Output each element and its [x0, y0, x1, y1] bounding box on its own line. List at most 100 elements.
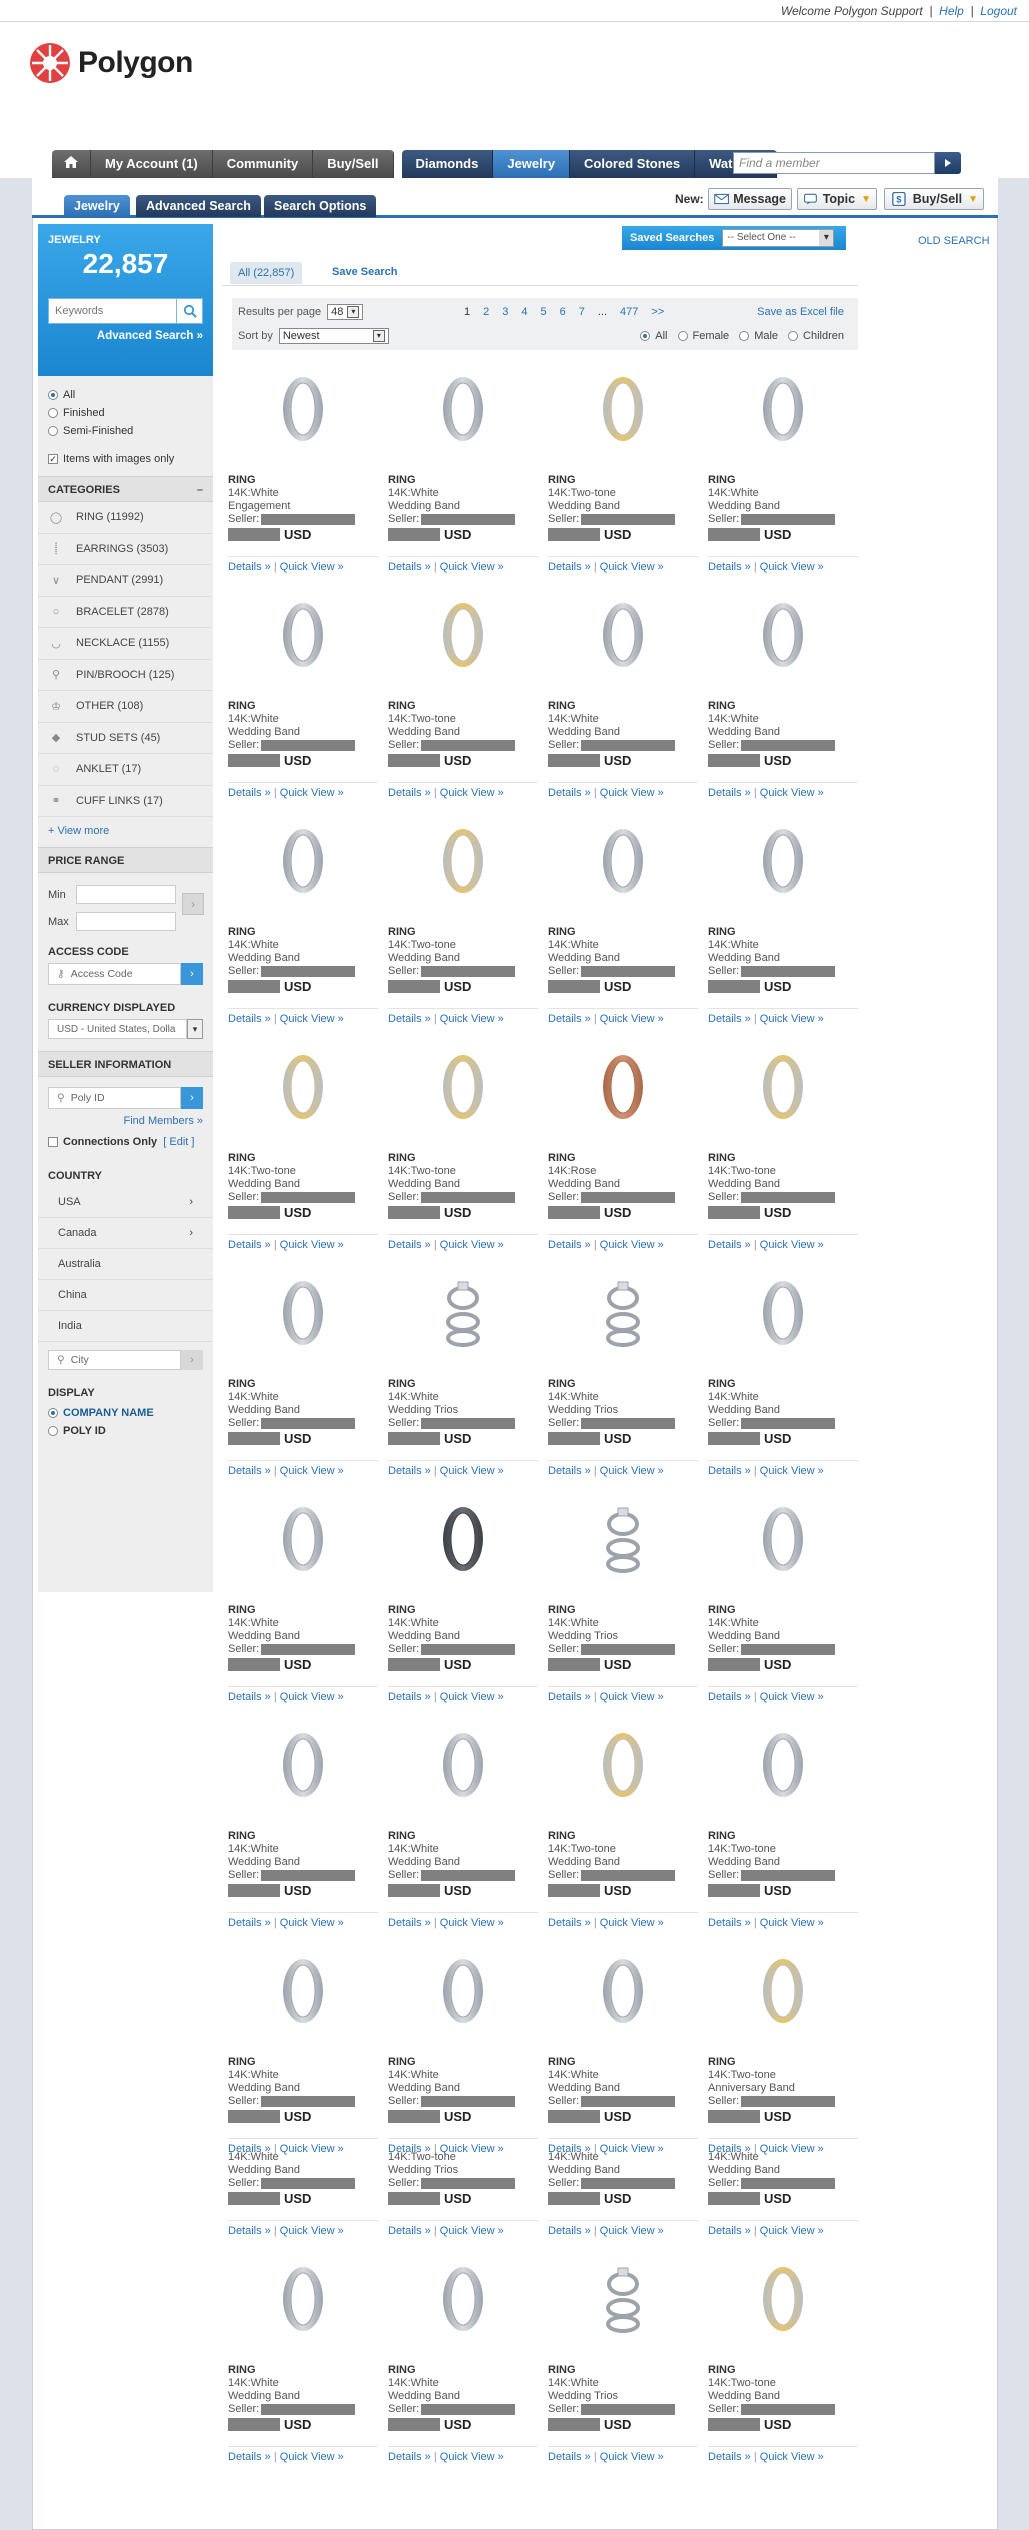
details-link[interactable]: Details » [388, 2225, 431, 2237]
details-link[interactable]: Details » [388, 561, 431, 573]
finish-all-option[interactable]: All [48, 386, 203, 404]
product-card[interactable]: RING 14K:White Wedding Band Seller: USD Detai… [228, 2252, 378, 2472]
quick-view-link[interactable]: Quick View » [280, 1465, 344, 1477]
product-card[interactable]: RING 14K:Two-tone Wedding Band Seller: USD De… [708, 1040, 858, 1260]
quick-view-link[interactable]: Quick View » [440, 561, 504, 573]
keyword-search-button[interactable] [177, 298, 203, 324]
details-link[interactable]: Details » [228, 1013, 271, 1025]
product-card[interactable]: 14K:White Wedding Band Seller: USD Details »… [548, 2026, 698, 2246]
ring-image[interactable] [426, 372, 500, 446]
quick-view-link[interactable]: Quick View » [600, 1465, 664, 1477]
quick-view-link[interactable]: Quick View » [280, 2451, 344, 2463]
ring-image[interactable] [746, 1050, 820, 1124]
ring-image[interactable] [586, 598, 660, 672]
ring-image[interactable] [266, 1276, 340, 1350]
ring-image[interactable] [426, 598, 500, 672]
ring-image[interactable] [266, 1954, 340, 2028]
details-link[interactable]: Details » [388, 2451, 431, 2463]
nav-my-account[interactable]: My Account (1) [91, 150, 213, 178]
details-link[interactable]: Details » [548, 787, 591, 799]
price-min-input[interactable] [76, 885, 176, 904]
product-card[interactable]: 14K:White Wedding Band Seller: USD Details »… [708, 2026, 858, 2246]
filter-children[interactable]: Children [788, 330, 844, 342]
quick-view-link[interactable]: Quick View » [760, 1013, 824, 1025]
ring-image[interactable] [746, 1954, 820, 2028]
product-card[interactable]: RING 14K:White Engagement Seller: USD Details… [228, 362, 378, 582]
filter-male[interactable]: Male [739, 330, 778, 342]
product-card[interactable]: RING 14K:White Wedding Trios Seller: USD Deta… [388, 1266, 538, 1486]
product-card[interactable]: RING 14K:Two-tone Wedding Band Seller: USD De… [708, 1718, 858, 1938]
poly-id-input[interactable]: ⚲ Poly ID [48, 1087, 181, 1109]
ring-image[interactable] [426, 1954, 500, 2028]
details-link[interactable]: Details » [388, 787, 431, 799]
ring-image[interactable] [426, 1728, 500, 1802]
ring-image[interactable] [746, 824, 820, 898]
quick-view-link[interactable]: Quick View » [440, 1239, 504, 1251]
details-link[interactable]: Details » [388, 1917, 431, 1929]
per-page-select[interactable]: 48 ▾ [327, 304, 364, 320]
product-card[interactable]: RING 14K:Two-tone Wedding Band Seller: USD De… [548, 362, 698, 582]
access-code-button[interactable]: › [181, 963, 203, 985]
category-bracelet[interactable]: ○ BRACELET (2878) [38, 597, 213, 628]
sort-select[interactable]: Newest ▾ [278, 328, 389, 344]
keywords-input[interactable]: Keywords [48, 298, 177, 324]
images-only-checkbox[interactable]: ✓ Items with images only [48, 450, 203, 468]
advanced-search-link[interactable]: Advanced Search » [48, 330, 203, 342]
finish-finished-option[interactable]: Finished [48, 404, 203, 422]
ring-image[interactable] [266, 1050, 340, 1124]
product-card[interactable]: RING 14K:White Wedding Band Seller: USD Detai… [708, 1266, 858, 1486]
product-card[interactable]: RING 14K:Two-tone Wedding Band Seller: USD De… [388, 814, 538, 1034]
quick-view-link[interactable]: Quick View » [440, 2225, 504, 2237]
details-link[interactable]: Details » [228, 2225, 271, 2237]
nav-home[interactable] [52, 150, 91, 178]
product-card[interactable]: RING 14K:White Wedding Band Seller: USD Detai… [388, 362, 538, 582]
filter-all[interactable]: All [640, 330, 668, 342]
quick-view-link[interactable]: Quick View » [600, 1691, 664, 1703]
country-india[interactable]: India [38, 1311, 213, 1342]
ring-image[interactable] [586, 1954, 660, 2028]
product-card[interactable]: RING 14K:White Wedding Band Seller: USD Detai… [708, 362, 858, 582]
tab-search-options[interactable]: Search Options [264, 195, 377, 217]
page-3[interactable]: 3 [502, 306, 508, 318]
product-card[interactable]: RING 14K:Rose Wedding Band Seller: USD Detail… [548, 1040, 698, 1260]
details-link[interactable]: Details » [228, 787, 271, 799]
quick-view-link[interactable]: Quick View » [600, 1917, 664, 1929]
details-link[interactable]: Details » [228, 1239, 271, 1251]
ring-image[interactable] [586, 372, 660, 446]
ring-image[interactable] [586, 1276, 660, 1350]
ring-image[interactable] [266, 824, 340, 898]
product-card[interactable]: 14K:Two-tone Wedding Trios Seller: USD Detai… [388, 2026, 538, 2246]
display-company-name[interactable]: COMPANY NAME [48, 1404, 203, 1422]
category-pin-brooch[interactable]: ⚲ PIN/BROOCH (125) [38, 660, 213, 691]
saved-searches-select[interactable]: -- Select One -- [722, 229, 835, 247]
ring-image[interactable] [426, 824, 500, 898]
product-card[interactable]: RING 14K:Two-tone Wedding Band Seller: USD De… [548, 1718, 698, 1938]
product-card[interactable]: RING 14K:White Wedding Trios Seller: USD Deta… [548, 1266, 698, 1486]
country-usa[interactable]: USA › [38, 1187, 213, 1218]
product-card[interactable]: RING 14K:White Wedding Band Seller: USD Detai… [708, 588, 858, 808]
details-link[interactable]: Details » [708, 1691, 751, 1703]
ring-image[interactable] [266, 1502, 340, 1576]
page-477[interactable]: 477 [620, 306, 638, 318]
quick-view-link[interactable]: Quick View » [280, 1239, 344, 1251]
nav-community[interactable]: Community [212, 150, 314, 178]
quick-view-link[interactable]: Quick View » [600, 1239, 664, 1251]
ring-image[interactable] [586, 2262, 660, 2336]
quick-view-link[interactable]: Quick View » [440, 2451, 504, 2463]
product-card[interactable]: RING 14K:White Wedding Band Seller: USD Detai… [228, 588, 378, 808]
saved-searches-label[interactable]: Saved Searches [630, 232, 714, 244]
connections-only-checkbox[interactable]: Connections Only [ Edit ] [38, 1133, 213, 1151]
details-link[interactable]: Details » [708, 1465, 751, 1477]
country-china[interactable]: China [38, 1280, 213, 1311]
details-link[interactable]: Details » [228, 1465, 271, 1477]
details-link[interactable]: Details » [548, 1013, 591, 1025]
details-link[interactable]: Details » [548, 1917, 591, 1929]
details-link[interactable]: Details » [708, 561, 751, 573]
tab-jewelry[interactable]: Jewelry [64, 195, 130, 217]
save-search-link[interactable]: Save Search [332, 266, 397, 278]
category-anklet[interactable]: ◌ ANKLET (17) [38, 754, 213, 786]
quick-view-link[interactable]: Quick View » [760, 787, 824, 799]
quick-view-link[interactable]: Quick View » [280, 2225, 344, 2237]
new-buy-sell-button[interactable]: $ Buy/Sell ▼ [884, 188, 984, 210]
details-link[interactable]: Details » [548, 1691, 591, 1703]
